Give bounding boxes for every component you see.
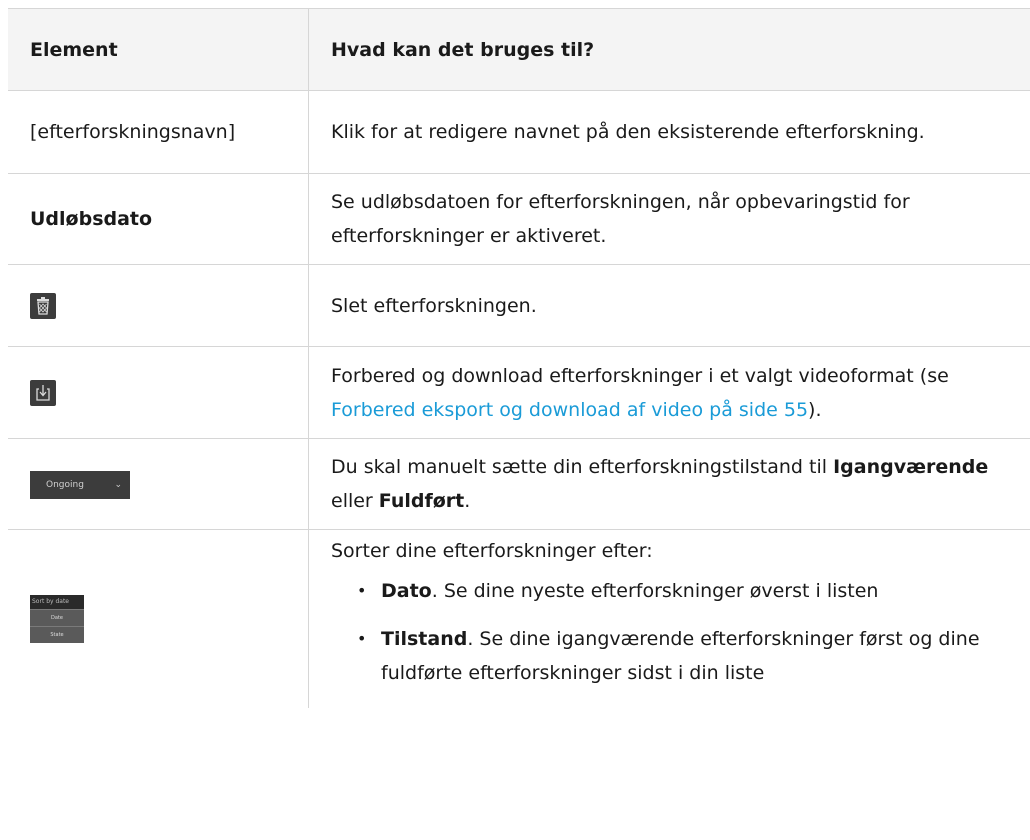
- description-text: eller: [331, 490, 379, 512]
- description-text: Forbered og download efterforskninger i …: [331, 364, 949, 387]
- table-row: Slet efterforskningen.: [8, 264, 1030, 347]
- sort-options-list: Dato. Se dine nyeste efterforskninger øv…: [331, 574, 1018, 690]
- state-ongoing-term: Igangværende: [833, 456, 989, 478]
- list-term: Tilstand: [381, 628, 468, 650]
- description-cell: Slet efterforskningen.: [308, 264, 1030, 347]
- element-cell: Udløbsdato: [8, 173, 309, 265]
- table-row: Forbered og download efterforskninger i …: [8, 346, 1030, 439]
- description-text: Du skal manuelt sætte din efterforskning…: [331, 456, 834, 478]
- description-cell: Forbered og download efterforskninger i …: [308, 346, 1030, 439]
- element-cell: Sort by date Date State: [8, 529, 309, 708]
- table-row: Sort by date Date State Sorter dine efte…: [8, 529, 1030, 709]
- sort-intro: Sorter dine efterforskninger efter:: [331, 540, 653, 562]
- element-cell: Ongoing ⌄: [8, 438, 309, 530]
- table-row: [efterforskningsnavn] Klik for at redige…: [8, 90, 1030, 174]
- description-cell: Klik for at redigere navnet på den eksis…: [308, 90, 1030, 174]
- sort-option-date[interactable]: Date: [30, 609, 84, 626]
- description-text: ).: [808, 398, 822, 421]
- list-item: Dato. Se dine nyeste efterforskninger øv…: [357, 574, 1018, 608]
- sort-dropdown-title: Sort by date: [30, 595, 84, 609]
- element-cell: [8, 264, 309, 347]
- description-cell: Sorter dine efterforskninger efter: Dato…: [309, 530, 1030, 709]
- header-usage: Hvad kan det bruges til?: [308, 8, 1030, 91]
- chevron-down-icon: ⌄: [114, 479, 122, 490]
- element-cell: [efterforskningsnavn]: [8, 90, 309, 174]
- table-row: Ongoing ⌄ Du skal manuelt sætte din efte…: [8, 438, 1030, 530]
- description-text: .: [464, 490, 471, 512]
- list-text: . Se dine nyeste efterforskninger øverst…: [431, 580, 879, 602]
- state-dropdown-label: Ongoing: [46, 479, 84, 490]
- header-element: Element: [8, 8, 309, 91]
- trash-icon[interactable]: [30, 293, 56, 319]
- sort-option-state[interactable]: State: [30, 626, 84, 643]
- download-icon[interactable]: [30, 380, 56, 406]
- element-cell: [8, 346, 309, 439]
- table-header-row: Element Hvad kan det bruges til?: [8, 8, 1030, 91]
- state-dropdown[interactable]: Ongoing ⌄: [30, 470, 130, 499]
- export-download-link[interactable]: Forbered eksport og download af video på…: [331, 399, 808, 421]
- list-text: . Se dine igangværende efterforskninger …: [381, 628, 980, 684]
- table-row: Udløbsdato Se udløbsdatoen for efterfors…: [8, 173, 1030, 265]
- state-completed-term: Fuldført: [378, 490, 465, 512]
- description-cell: Se udløbsdatoen for efterforskningen, nå…: [308, 173, 1030, 265]
- sort-dropdown[interactable]: Sort by date Date State: [30, 595, 84, 643]
- list-term: Dato: [381, 580, 432, 602]
- description-cell: Du skal manuelt sætte din efterforskning…: [308, 438, 1030, 530]
- element-usage-table: Element Hvad kan det bruges til? [efterf…: [8, 8, 1030, 708]
- list-item: Tilstand. Se dine igangværende efterfors…: [357, 622, 1018, 690]
